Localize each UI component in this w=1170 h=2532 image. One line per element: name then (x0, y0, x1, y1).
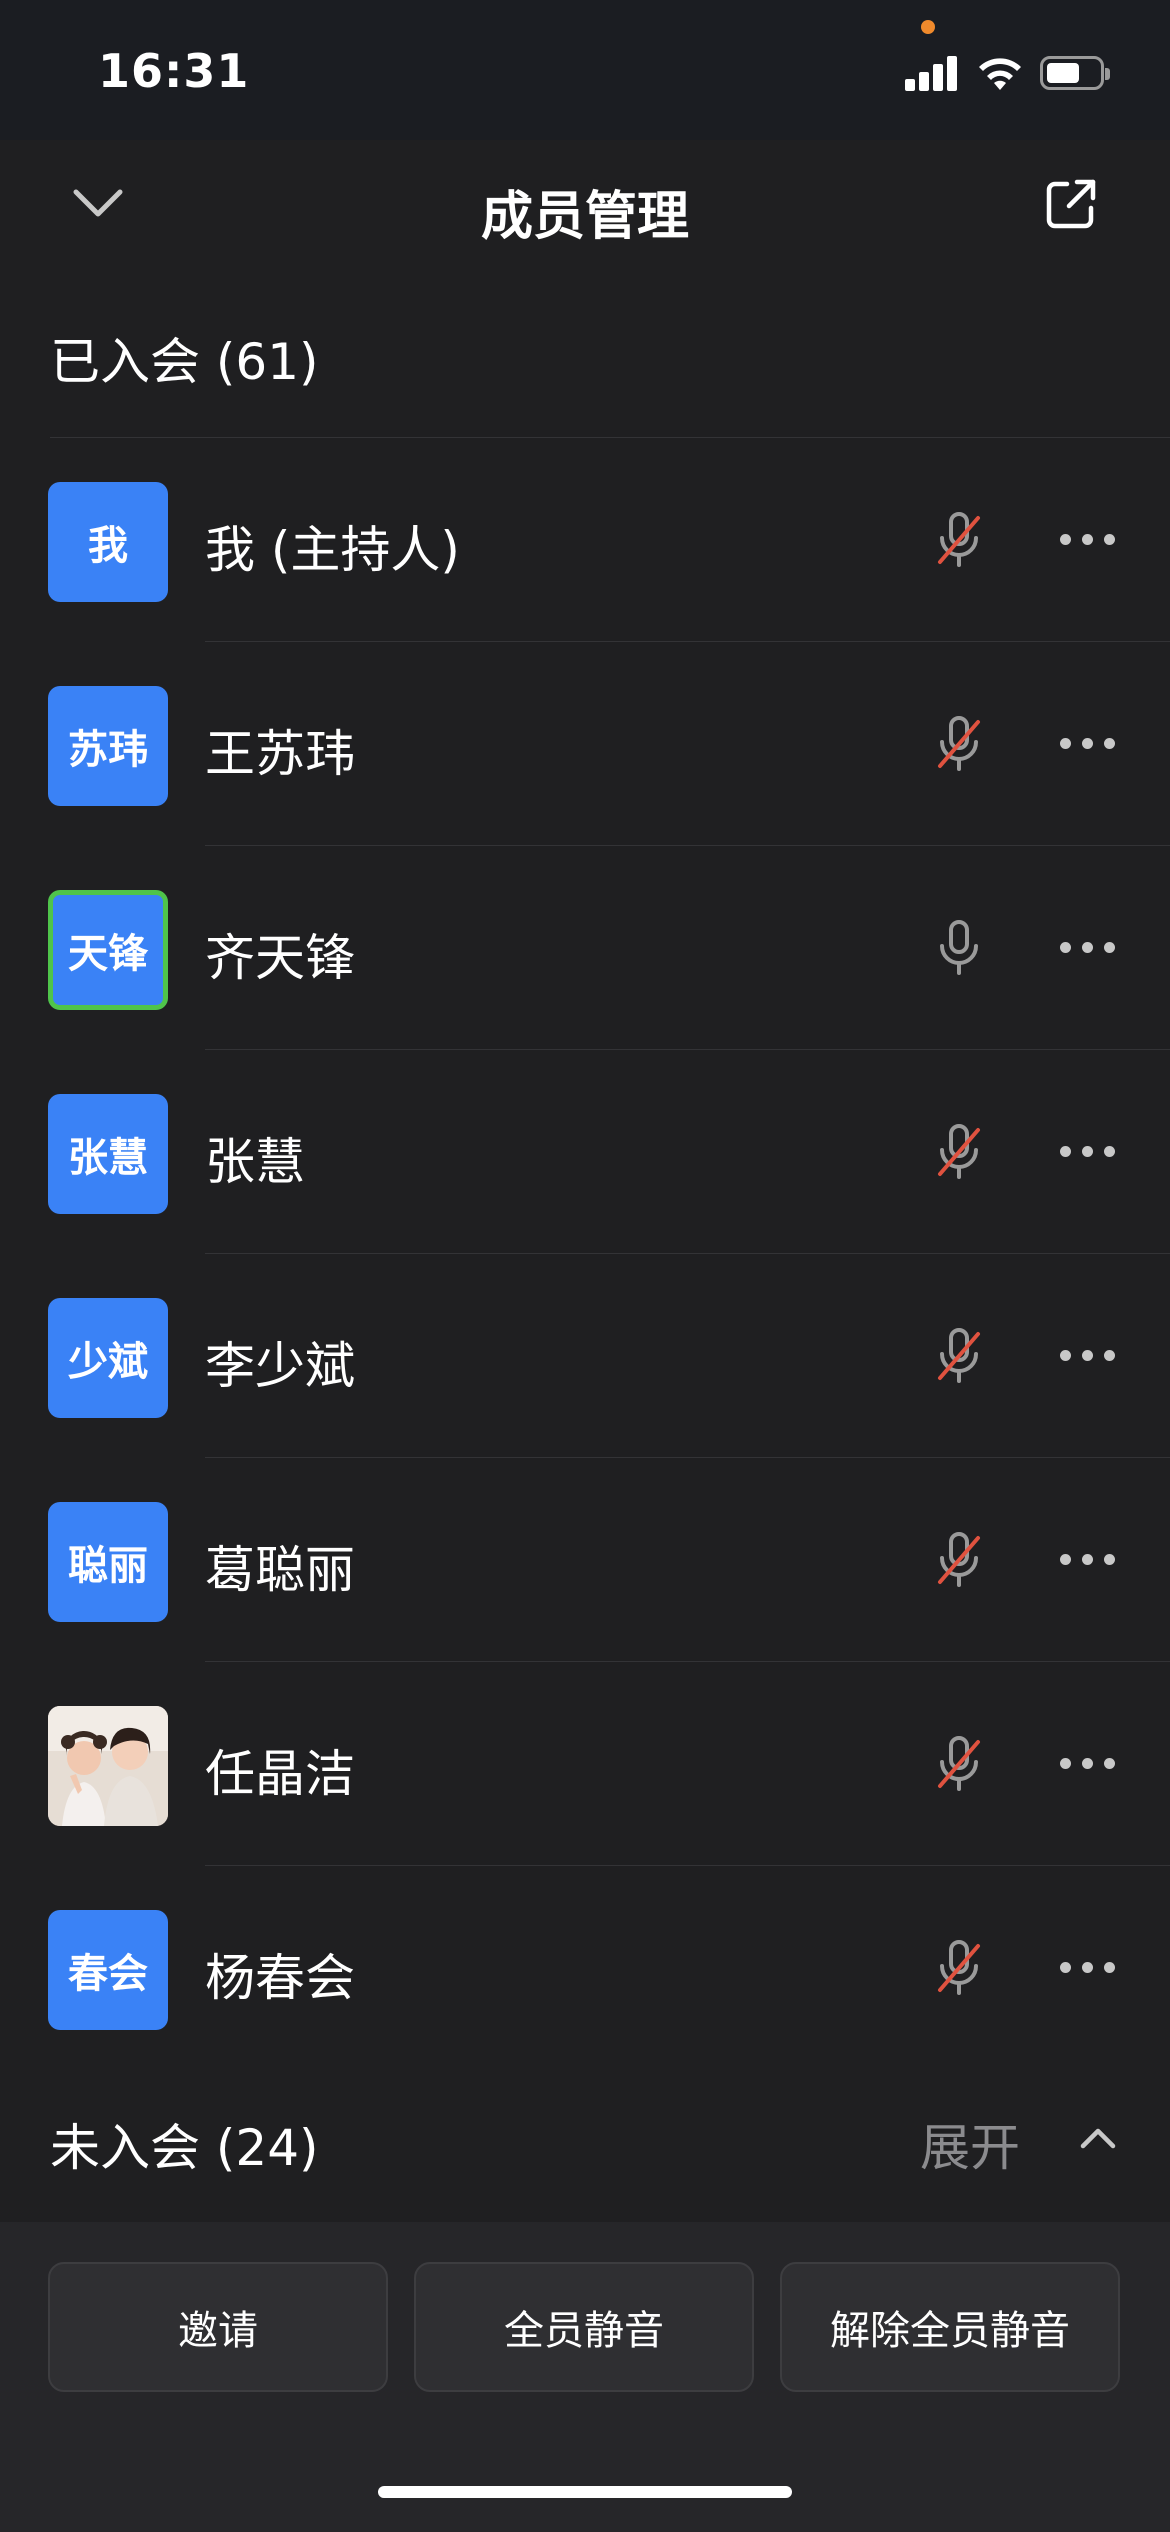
member-name: 葛聪丽 (205, 1541, 355, 1599)
member-name: 王苏玮 (205, 725, 355, 783)
profile-photo-image (48, 1706, 168, 1826)
mic-icon[interactable] (934, 918, 984, 978)
member-row[interactable]: 苏玮 王苏玮 (0, 642, 1170, 846)
mic-muted-icon[interactable] (934, 1734, 984, 1794)
unmute-all-button[interactable]: 解除全员静音 (780, 2262, 1120, 2392)
mic-muted-icon[interactable] (934, 510, 984, 570)
nav-header: 成员管理 (0, 140, 1170, 270)
status-time: 16:31 (98, 44, 250, 98)
avatar: 我 (48, 482, 168, 602)
mic-muted-icon[interactable] (934, 714, 984, 774)
member-row[interactable]: 聪丽 葛聪丽 (0, 1458, 1170, 1662)
page-title: 成员管理 (480, 187, 689, 247)
avatar: 苏玮 (48, 686, 168, 806)
mute-all-button[interactable]: 全员静音 (414, 2262, 754, 2392)
more-options-icon[interactable] (1060, 1346, 1120, 1366)
more-options-icon[interactable] (1060, 530, 1120, 550)
mic-muted-icon[interactable] (934, 1122, 984, 1182)
member-name: 我 (主持人) (205, 521, 460, 579)
avatar: 张慧 (48, 1094, 168, 1214)
privacy-indicator-dot (921, 20, 935, 34)
more-options-icon[interactable] (1060, 1754, 1120, 1774)
avatar-photo (48, 1706, 168, 1826)
battery-icon (1040, 56, 1110, 90)
more-options-icon[interactable] (1060, 1958, 1120, 1978)
mic-muted-icon[interactable] (934, 1530, 984, 1590)
member-list: 我 我 (主持人) 苏玮 王苏玮 天锋 齐天锋 张慧 张慧 少斌 李少斌 聪丽 … (0, 438, 1170, 2070)
external-link-icon[interactable] (1045, 178, 1097, 230)
mic-muted-icon[interactable] (934, 1938, 984, 1998)
member-row[interactable]: 春会 杨春会 (0, 1866, 1170, 2070)
member-row[interactable]: 任晶洁 (0, 1662, 1170, 1866)
home-indicator[interactable] (378, 2486, 792, 2498)
more-options-icon[interactable] (1060, 734, 1120, 754)
member-row[interactable]: 少斌 李少斌 (0, 1254, 1170, 1458)
member-row[interactable]: 我 我 (主持人) (0, 438, 1170, 642)
expand-button[interactable]: 展开 (920, 2108, 1020, 2180)
member-name: 李少斌 (205, 1337, 355, 1395)
joined-section-label: 已入会 (61) (50, 333, 319, 391)
member-name: 张慧 (205, 1133, 305, 1191)
more-options-icon[interactable] (1060, 1550, 1120, 1570)
more-options-icon[interactable] (1060, 938, 1120, 958)
member-name: 杨春会 (205, 1949, 355, 2007)
invite-button[interactable]: 邀请 (48, 2262, 388, 2392)
avatar: 少斌 (48, 1298, 168, 1418)
mic-muted-icon[interactable] (934, 1326, 984, 1386)
member-row[interactable]: 天锋 齐天锋 (0, 846, 1170, 1050)
not-joined-section-label: 未入会 (24) (50, 2119, 319, 2177)
chevron-up-icon[interactable] (1075, 2118, 1121, 2158)
avatar: 春会 (48, 1910, 168, 2030)
member-name: 齐天锋 (205, 929, 355, 987)
more-options-icon[interactable] (1060, 1142, 1120, 1162)
wifi-icon (979, 58, 1021, 90)
status-bar: 16:31 (0, 0, 1170, 140)
avatar: 天锋 (48, 890, 168, 1010)
member-row[interactable]: 张慧 张慧 (0, 1050, 1170, 1254)
cellular-signal-icon (905, 55, 961, 91)
avatar: 聪丽 (48, 1502, 168, 1622)
member-name: 任晶洁 (205, 1745, 355, 1803)
